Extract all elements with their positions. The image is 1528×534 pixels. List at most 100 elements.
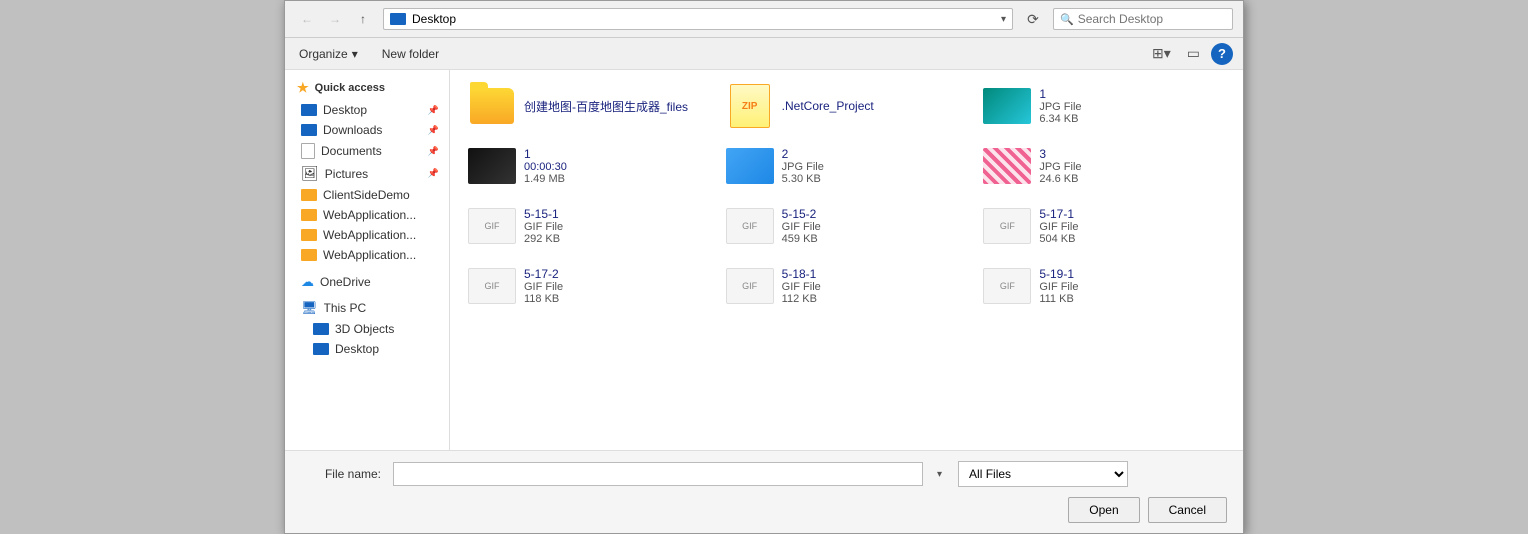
sidebar-item-label: WebApplication... xyxy=(323,228,416,242)
image-thumb xyxy=(726,148,774,184)
file-type: GIF File xyxy=(782,221,821,233)
sidebar-item-label: OneDrive xyxy=(320,275,371,289)
file-info: 5-15-2 GIF File 459 KB xyxy=(782,207,821,245)
file-size: 1.49 MB xyxy=(524,173,567,185)
file-info: 创建地图-百度地图生成器_files xyxy=(524,98,688,115)
sidebar-item-label: 3D Objects xyxy=(335,322,394,336)
gif-thumb: GIF xyxy=(983,268,1031,304)
filename-row: File name: ▾ All Files Image Files Text … xyxy=(301,461,1227,487)
file-type: JPG File xyxy=(1039,161,1081,173)
file-item[interactable]: 1 JPG File 6.34 KB xyxy=(977,78,1231,134)
open-file-dialog: ← → ↑ Desktop ▾ ⟳ 🔍 Organize ▾ New folde… xyxy=(284,0,1244,534)
pin-icon: 📌 xyxy=(428,125,439,136)
folder-yellow-icon xyxy=(301,249,317,261)
sidebar-item-webapp2[interactable]: WebApplication... xyxy=(285,225,449,245)
gif-thumb: GIF xyxy=(726,208,774,244)
view-dropdown-icon: ▾ xyxy=(1164,45,1171,62)
image-thumb xyxy=(983,88,1031,124)
sidebar-item-label: Documents xyxy=(321,144,382,158)
file-type: GIF File xyxy=(524,281,563,293)
file-size: 504 KB xyxy=(1039,233,1078,245)
zip-thumb: ZIP xyxy=(730,84,770,128)
forward-button[interactable]: → xyxy=(323,7,347,31)
sidebar-item-label: ClientSideDemo xyxy=(323,188,410,202)
file-item[interactable]: GIF 5-17-2 GIF File 118 KB xyxy=(462,258,716,314)
file-item[interactable]: GIF 5-19-1 GIF File 111 KB xyxy=(977,258,1231,314)
file-item[interactable]: GIF 5-15-1 GIF File 292 KB xyxy=(462,198,716,254)
file-info: 5-17-1 GIF File 504 KB xyxy=(1039,207,1078,245)
file-item[interactable]: GIF 5-17-1 GIF File 504 KB xyxy=(977,198,1231,254)
file-size: 6.34 KB xyxy=(1039,113,1081,125)
file-info: 5-15-1 GIF File 292 KB xyxy=(524,207,563,245)
sidebar-item-desktop[interactable]: Desktop 📌 xyxy=(285,100,449,120)
file-thumbnail: GIF xyxy=(726,262,774,310)
file-item[interactable]: 2 JPG File 5.30 KB xyxy=(720,138,974,194)
open-button[interactable]: Open xyxy=(1068,497,1139,523)
sidebar-item-webapp3[interactable]: WebApplication... xyxy=(285,245,449,265)
file-type: GIF File xyxy=(1039,221,1078,233)
file-name: 5-15-2 xyxy=(782,207,821,221)
sidebar-item-downloads[interactable]: Downloads 📌 xyxy=(285,120,449,140)
sidebar-item-label: Downloads xyxy=(323,123,382,137)
up-button[interactable]: ↑ xyxy=(351,7,375,31)
gif-thumb: GIF xyxy=(983,208,1031,244)
sidebar-item-3dobjects[interactable]: 3D Objects xyxy=(285,319,449,339)
sidebar-item-desktop2[interactable]: Desktop xyxy=(285,339,449,359)
file-thumbnail xyxy=(468,82,516,130)
new-folder-label: New folder xyxy=(382,47,439,61)
pane-icon: ▭ xyxy=(1187,45,1200,62)
view-pane-button[interactable]: ▭ xyxy=(1182,42,1205,65)
sidebar-item-thispc[interactable]: 🖥 This PC xyxy=(285,297,449,319)
filename-label: File name: xyxy=(301,467,381,481)
address-text: Desktop xyxy=(412,12,995,26)
file-size: 292 KB xyxy=(524,233,563,245)
toolbar: Organize ▾ New folder ⊞ ▾ ▭ ? xyxy=(285,38,1243,70)
back-button[interactable]: ← xyxy=(295,7,319,31)
filename-input[interactable] xyxy=(393,462,923,486)
file-grid: 创建地图-百度地图生成器_files ZIP .NetCore_Project … xyxy=(450,70,1243,450)
file-size: 459 KB xyxy=(782,233,821,245)
file-item[interactable]: 1 00:00:30 1.49 MB xyxy=(462,138,716,194)
sidebar-item-onedrive[interactable]: ☁ OneDrive xyxy=(285,271,449,293)
file-name: 创建地图-百度地图生成器_files xyxy=(524,98,688,115)
star-icon: ★ xyxy=(297,80,309,96)
file-item[interactable]: 创建地图-百度地图生成器_files xyxy=(462,78,716,134)
pictures-icon: 🖼 xyxy=(301,165,319,182)
file-item[interactable]: 3 JPG File 24.6 KB xyxy=(977,138,1231,194)
titlebar: ← → ↑ Desktop ▾ ⟳ 🔍 xyxy=(285,1,1243,38)
search-input[interactable] xyxy=(1078,12,1226,26)
filename-dropdown-button[interactable]: ▾ xyxy=(933,465,946,484)
new-folder-button[interactable]: New folder xyxy=(378,44,443,64)
file-size: 5.30 KB xyxy=(782,173,824,185)
address-dropdown-button[interactable]: ▾ xyxy=(1001,14,1006,25)
file-item[interactable]: ZIP .NetCore_Project xyxy=(720,78,974,134)
file-thumbnail: GIF xyxy=(468,262,516,310)
file-thumbnail xyxy=(983,82,1031,130)
file-type: GIF File xyxy=(1039,281,1078,293)
refresh-button[interactable]: ⟳ xyxy=(1021,7,1045,31)
folder-yellow-icon xyxy=(301,229,317,241)
file-name: 1 xyxy=(524,147,567,161)
filetype-select[interactable]: All Files Image Files Text Files xyxy=(958,461,1128,487)
address-bar[interactable]: Desktop ▾ xyxy=(383,8,1013,30)
file-item[interactable]: GIF 5-15-2 GIF File 459 KB xyxy=(720,198,974,254)
cancel-button[interactable]: Cancel xyxy=(1148,497,1227,523)
file-thumbnail xyxy=(726,142,774,190)
organize-button[interactable]: Organize ▾ xyxy=(295,44,362,64)
file-item[interactable]: GIF 5-18-1 GIF File 112 KB xyxy=(720,258,974,314)
thispc-icon: 🖥 xyxy=(301,300,318,316)
file-name: 5-17-1 xyxy=(1039,207,1078,221)
file-info: 1 00:00:30 1.49 MB xyxy=(524,147,567,185)
sidebar-item-documents[interactable]: Documents 📌 xyxy=(285,140,449,162)
sidebar-item-webapp1[interactable]: WebApplication... xyxy=(285,205,449,225)
sidebar-item-label: WebApplication... xyxy=(323,248,416,262)
view-button[interactable]: ⊞ ▾ xyxy=(1147,42,1176,65)
file-name: 2 xyxy=(782,147,824,161)
sidebar-item-pictures[interactable]: 🖼 Pictures 📌 xyxy=(285,162,449,185)
file-name: .NetCore_Project xyxy=(782,99,874,113)
sidebar-item-clientside[interactable]: ClientSideDemo xyxy=(285,185,449,205)
pin-icon: 📌 xyxy=(428,168,439,179)
help-button[interactable]: ? xyxy=(1211,43,1233,65)
file-name: 3 xyxy=(1039,147,1081,161)
gif-thumb: GIF xyxy=(468,208,516,244)
